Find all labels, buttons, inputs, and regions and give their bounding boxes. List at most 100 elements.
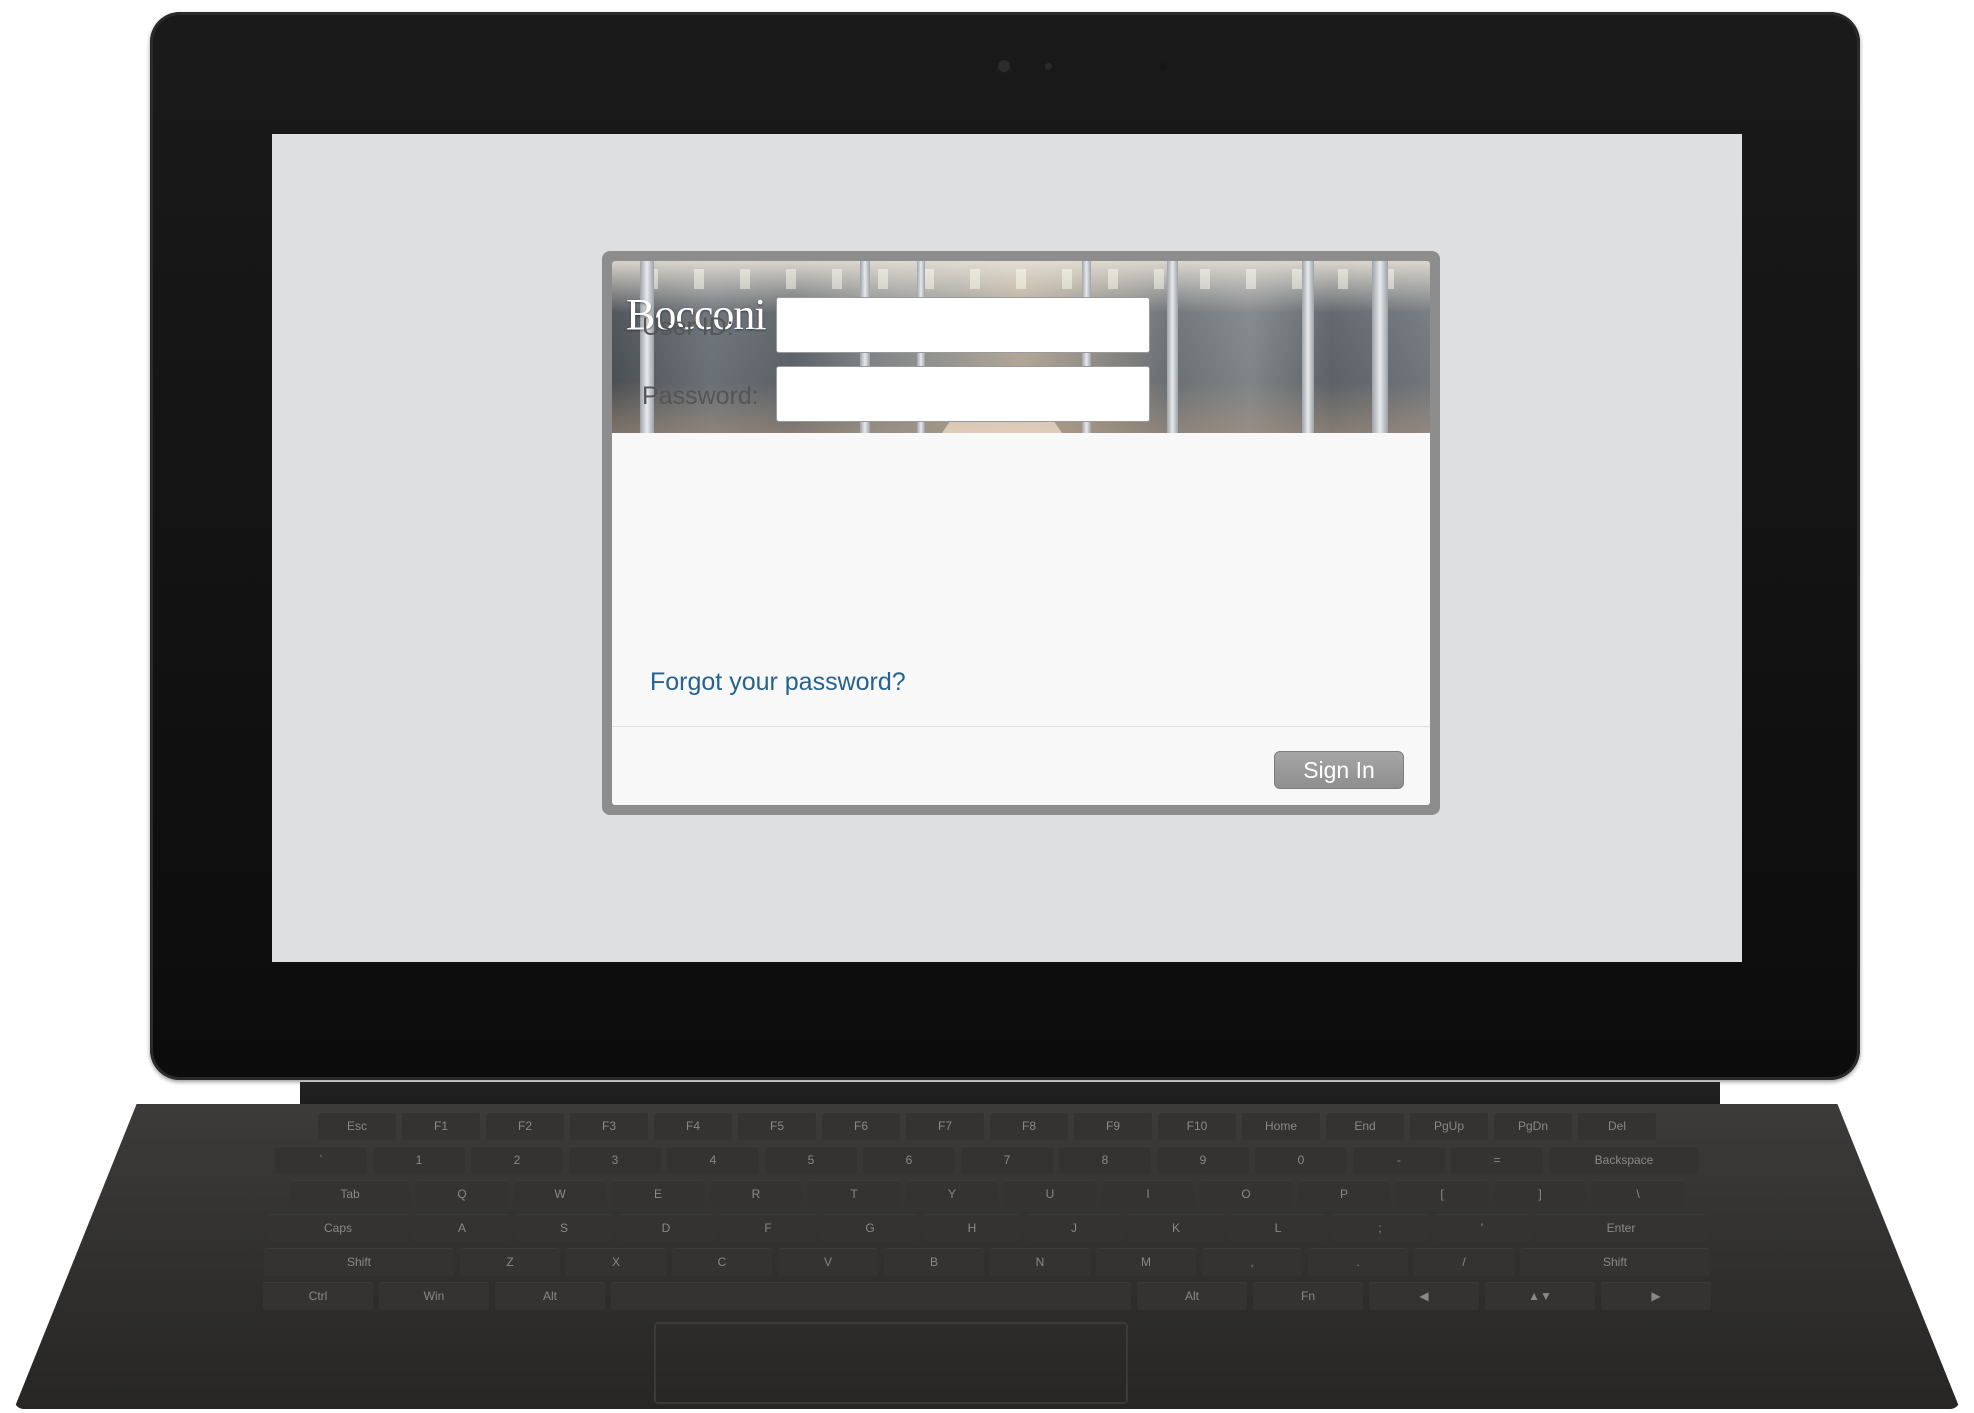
keyboard-key[interactable]: .: [1308, 1248, 1408, 1276]
keyboard-key[interactable]: C: [672, 1248, 772, 1276]
keyboard-key[interactable]: F5: [738, 1112, 816, 1140]
keyboard-row-function: Esc F1 F2 F3 F4 F5 F6 F7 F8 F9 F10 Home End PgUp PgDn D…: [14, 1112, 1960, 1140]
keyboard-key[interactable]: Z: [460, 1248, 560, 1276]
keyboard-key[interactable]: =: [1451, 1146, 1543, 1174]
keyboard-key[interactable]: 9: [1157, 1146, 1249, 1174]
keyboard-key[interactable]: 4: [667, 1146, 759, 1174]
keyboard-key[interactable]: K: [1128, 1214, 1224, 1242]
keyboard-key[interactable]: [611, 1282, 1131, 1310]
keyboard-key[interactable]: F1: [402, 1112, 480, 1140]
keyboard-key[interactable]: ,: [1202, 1248, 1302, 1276]
keyboard-key[interactable]: /: [1414, 1248, 1514, 1276]
keyboard-key[interactable]: I: [1102, 1180, 1194, 1208]
keyboard-key[interactable]: E: [612, 1180, 704, 1208]
keyboard-key[interactable]: D: [618, 1214, 714, 1242]
keyboard-key[interactable]: Alt: [1137, 1282, 1247, 1310]
keyboard-key[interactable]: Backspace: [1549, 1146, 1699, 1174]
keyboard-key[interactable]: Del: [1578, 1112, 1656, 1140]
keyboard-key[interactable]: J: [1026, 1214, 1122, 1242]
keyboard-key[interactable]: Fn: [1253, 1282, 1363, 1310]
keyboard-key[interactable]: T: [808, 1180, 900, 1208]
keyboard-key[interactable]: ;: [1332, 1214, 1428, 1242]
keyboard-key[interactable]: 2: [471, 1146, 563, 1174]
banner-pillar: [1167, 261, 1178, 433]
keyboard-row-number: ` 1 2 3 4 5 6 7 8 9 0- = Backspace: [14, 1146, 1960, 1174]
keyboard-key[interactable]: F3: [570, 1112, 648, 1140]
keyboard-key[interactable]: W: [514, 1180, 606, 1208]
keyboard-key[interactable]: A: [414, 1214, 510, 1242]
keyboard-key[interactable]: 1: [373, 1146, 465, 1174]
keyboard-key[interactable]: [: [1396, 1180, 1488, 1208]
keyboard-key[interactable]: F: [720, 1214, 816, 1242]
keyboard-key[interactable]: R: [710, 1180, 802, 1208]
keyboard-key[interactable]: 0: [1255, 1146, 1347, 1174]
keyboard-key[interactable]: 5: [765, 1146, 857, 1174]
keyboard-key[interactable]: U: [1004, 1180, 1096, 1208]
keyboard-key[interactable]: F6: [822, 1112, 900, 1140]
keyboard-key[interactable]: F10: [1158, 1112, 1236, 1140]
keyboard-row-shift: Shift Z X C V B N M,. / Shift: [14, 1248, 1960, 1276]
keyboard-key[interactable]: O: [1200, 1180, 1292, 1208]
keyboard-key[interactable]: Caps: [268, 1214, 408, 1242]
keyboard-key[interactable]: ▶: [1601, 1282, 1711, 1310]
keyboard-key[interactable]: ▲▼: [1485, 1282, 1595, 1310]
banner-pillar: [1302, 261, 1314, 433]
keyboard-key[interactable]: F7: [906, 1112, 984, 1140]
keyboard-key[interactable]: ◀: [1369, 1282, 1479, 1310]
keyboard-key[interactable]: H: [924, 1214, 1020, 1242]
keyboard-key[interactable]: M: [1096, 1248, 1196, 1276]
trackpad[interactable]: [654, 1322, 1128, 1404]
keyboard-key[interactable]: Esc: [318, 1112, 396, 1140]
password-label: Password:: [642, 382, 759, 410]
keyboard-key[interactable]: ]: [1494, 1180, 1586, 1208]
login-panel: Bocconi User ID: Password: Forgot your p…: [612, 261, 1430, 805]
keyboard-key[interactable]: PgDn: [1494, 1112, 1572, 1140]
sign-in-button[interactable]: Sign In: [1274, 751, 1404, 789]
keyboard-key[interactable]: F8: [990, 1112, 1068, 1140]
sensor: [1160, 63, 1167, 70]
keyboard-key[interactable]: Y: [906, 1180, 998, 1208]
camera-icon: [995, 57, 1013, 75]
keyboard-key[interactable]: `: [275, 1146, 367, 1174]
keyboard-key[interactable]: 7: [961, 1146, 1053, 1174]
keyboard-key[interactable]: Win: [379, 1282, 489, 1310]
keyboard-key[interactable]: F9: [1074, 1112, 1152, 1140]
keyboard-key[interactable]: V: [778, 1248, 878, 1276]
light-sensor: [1045, 63, 1052, 70]
keyboard-key[interactable]: S: [516, 1214, 612, 1242]
keyboard-key[interactable]: ': [1434, 1214, 1530, 1242]
keyboard-key[interactable]: PgUp: [1410, 1112, 1488, 1140]
keyboard-key[interactable]: P: [1298, 1180, 1390, 1208]
screen: Bocconi User ID: Password: Forgot your p…: [272, 134, 1742, 962]
keyboard-key[interactable]: 3: [569, 1146, 661, 1174]
banner-pillar: [1372, 261, 1388, 433]
keyboard-key[interactable]: Alt: [495, 1282, 605, 1310]
keyboard-key[interactable]: B: [884, 1248, 984, 1276]
keyboard-cover: Esc F1 F2 F3 F4 F5 F6 F7 F8 F9 F10 Home End PgUp PgDn D…: [14, 1104, 1960, 1409]
keyboard-row-bottom: Ctrl Win Alt Alt Fn ◀ ▲▼ ▶: [14, 1282, 1960, 1310]
tablet-device: Bocconi User ID: Password: Forgot your p…: [0, 0, 1974, 1413]
keyboard-key[interactable]: Enter: [1536, 1214, 1706, 1242]
keyboard-key[interactable]: F2: [486, 1112, 564, 1140]
forgot-password-link[interactable]: Forgot your password?: [650, 668, 906, 697]
keyboard-key[interactable]: N: [990, 1248, 1090, 1276]
keyboard-key[interactable]: L: [1230, 1214, 1326, 1242]
user-id-input[interactable]: [776, 297, 1150, 353]
password-input[interactable]: [776, 366, 1150, 422]
keyboard-key[interactable]: 6: [863, 1146, 955, 1174]
keyboard-key[interactable]: End: [1326, 1112, 1404, 1140]
keyboard-key[interactable]: Q: [416, 1180, 508, 1208]
divider: [612, 726, 1430, 727]
keyboard-key[interactable]: G: [822, 1214, 918, 1242]
keyboard-key[interactable]: \: [1592, 1180, 1684, 1208]
keyboard-key[interactable]: -: [1353, 1146, 1445, 1174]
keyboard-key[interactable]: Shift: [1520, 1248, 1710, 1276]
keyboard-key[interactable]: Home: [1242, 1112, 1320, 1140]
keyboard-key[interactable]: Shift: [264, 1248, 454, 1276]
keyboard-key[interactable]: 8: [1059, 1146, 1151, 1174]
keyboard-key[interactable]: Tab: [290, 1180, 410, 1208]
login-dialog: Bocconi User ID: Password: Forgot your p…: [602, 251, 1440, 815]
keyboard-key[interactable]: Ctrl: [263, 1282, 373, 1310]
keyboard-key[interactable]: F4: [654, 1112, 732, 1140]
keyboard-key[interactable]: X: [566, 1248, 666, 1276]
